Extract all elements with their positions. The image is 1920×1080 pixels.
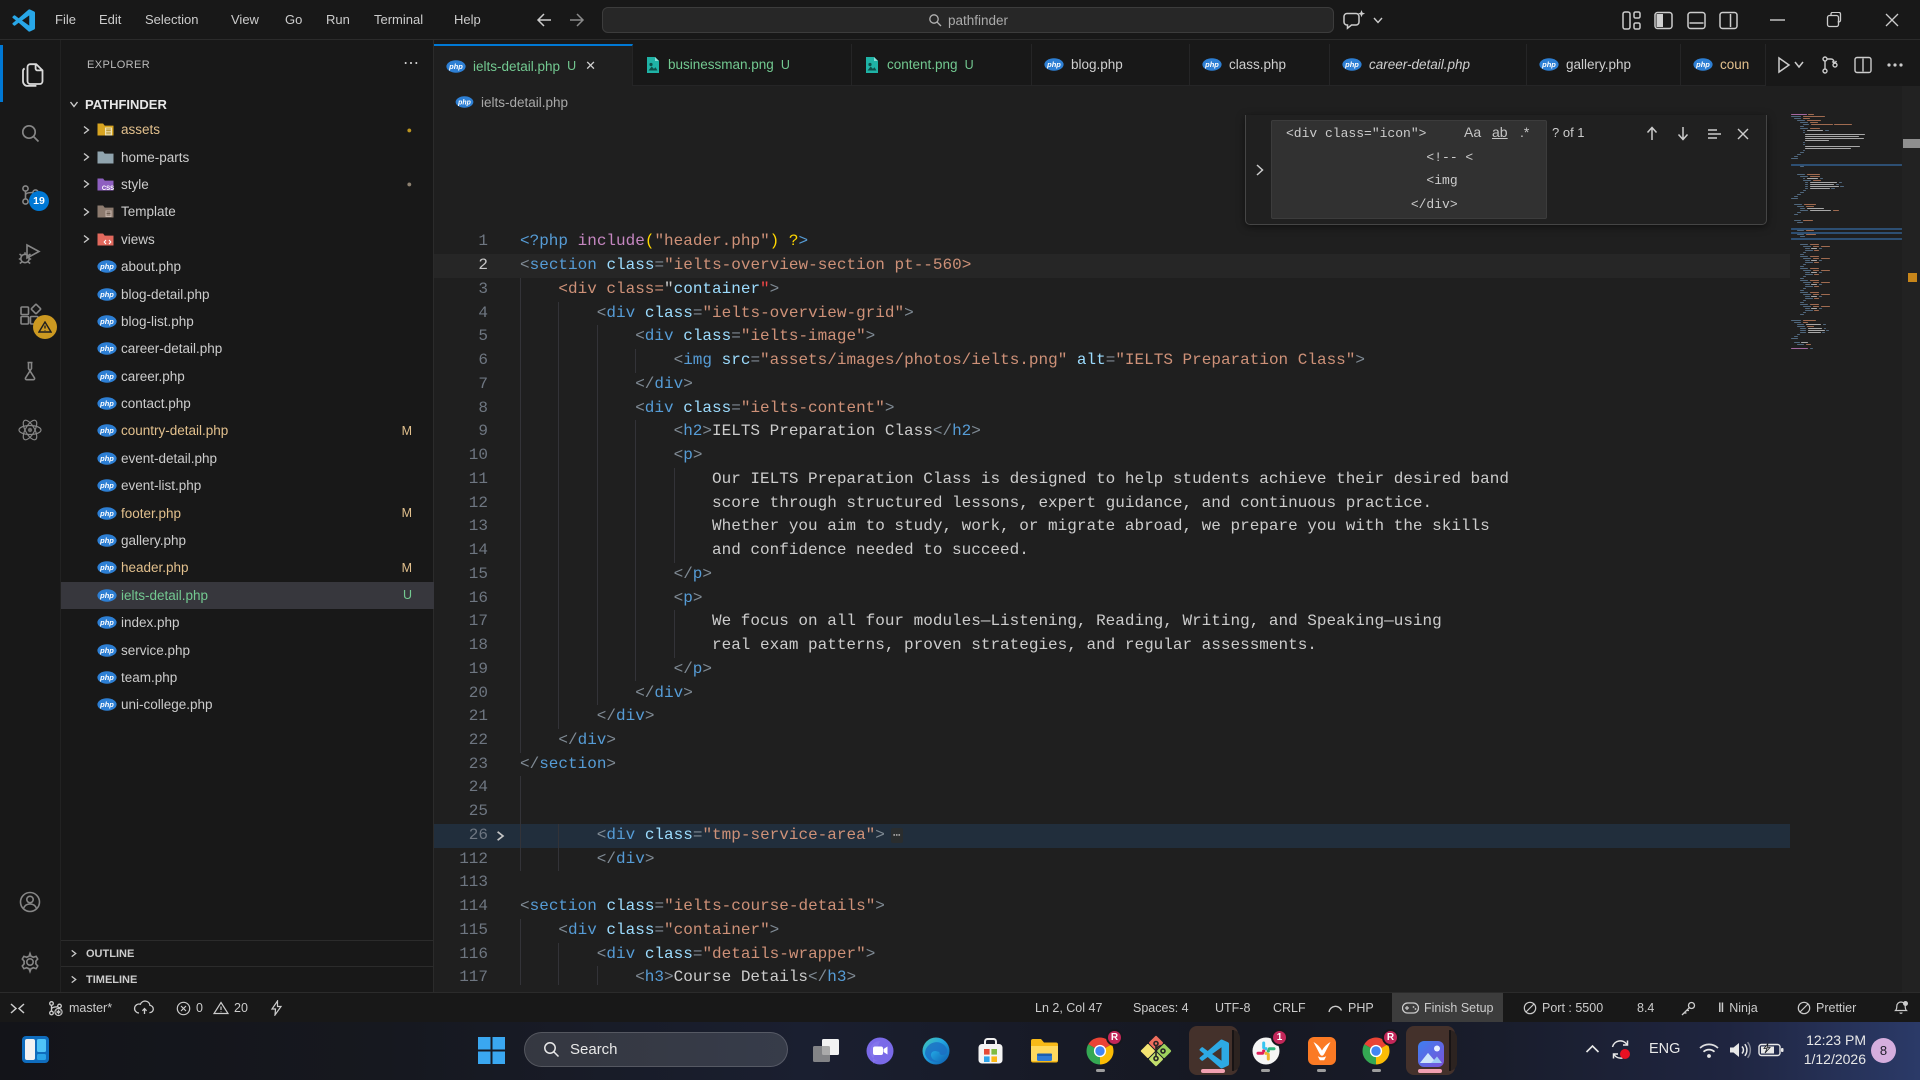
svg-text:php: php — [99, 399, 114, 408]
svg-text:php: php — [99, 454, 114, 463]
svg-text:php: php — [99, 536, 114, 545]
svg-text:CSS: CSS — [102, 186, 114, 192]
svg-text:php: php — [457, 99, 471, 106]
svg-text:php: php — [1344, 60, 1359, 69]
svg-text:php: php — [99, 591, 114, 600]
svg-text:php: php — [99, 618, 114, 627]
svg-text:php: php — [1046, 60, 1061, 69]
svg-text:php: php — [99, 509, 114, 518]
svg-text:php: php — [1541, 60, 1556, 69]
svg-text:php: php — [99, 646, 114, 655]
svg-text:php: php — [99, 564, 114, 573]
svg-text:php: php — [1204, 60, 1219, 69]
svg-text:php: php — [99, 673, 114, 682]
svg-text:php: php — [99, 427, 114, 436]
svg-text:php: php — [1695, 60, 1710, 69]
svg-text:php: php — [99, 481, 114, 490]
svg-text:php: php — [99, 372, 114, 381]
svg-text:php: php — [99, 290, 114, 299]
svg-text:php: php — [99, 701, 114, 710]
svg-text:php: php — [99, 262, 114, 271]
svg-text:php: php — [99, 317, 114, 326]
svg-text:php: php — [99, 345, 114, 354]
svg-text:php: php — [448, 62, 463, 71]
